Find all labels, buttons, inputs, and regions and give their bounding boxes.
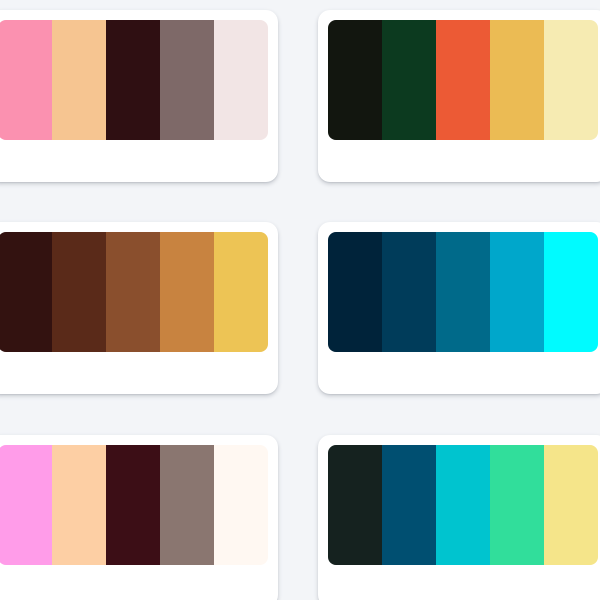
color-swatch[interactable] (382, 20, 436, 140)
palette-card[interactable] (0, 10, 278, 182)
color-swatch[interactable] (52, 445, 106, 565)
color-swatch[interactable] (106, 20, 160, 140)
color-swatch[interactable] (544, 232, 598, 352)
color-swatch[interactable] (544, 445, 598, 565)
color-swatch[interactable] (544, 20, 598, 140)
color-swatch[interactable] (436, 20, 490, 140)
color-swatch[interactable] (490, 445, 544, 565)
palette-swatches (0, 445, 268, 565)
color-swatch[interactable] (328, 20, 382, 140)
palette-swatches (328, 445, 598, 565)
color-swatch[interactable] (436, 445, 490, 565)
color-swatch[interactable] (214, 445, 268, 565)
palette-swatches (0, 232, 268, 352)
palette-gallery (0, 0, 600, 600)
color-swatch[interactable] (160, 445, 214, 565)
color-swatch[interactable] (490, 232, 544, 352)
color-swatch[interactable] (214, 20, 268, 140)
color-swatch[interactable] (328, 445, 382, 565)
color-swatch[interactable] (106, 445, 160, 565)
palette-swatches (328, 20, 598, 140)
color-swatch[interactable] (382, 232, 436, 352)
color-swatch[interactable] (160, 20, 214, 140)
color-swatch[interactable] (0, 445, 52, 565)
palette-swatches (328, 232, 598, 352)
color-swatch[interactable] (52, 232, 106, 352)
color-swatch[interactable] (52, 20, 106, 140)
color-swatch[interactable] (490, 20, 544, 140)
color-swatch[interactable] (328, 232, 382, 352)
palette-card[interactable] (318, 10, 600, 182)
color-swatch[interactable] (160, 232, 214, 352)
color-swatch[interactable] (0, 232, 52, 352)
color-swatch[interactable] (0, 20, 52, 140)
color-swatch[interactable] (382, 445, 436, 565)
color-swatch[interactable] (436, 232, 490, 352)
palette-card[interactable] (0, 222, 278, 394)
palette-card[interactable] (318, 222, 600, 394)
palette-card[interactable] (318, 435, 600, 600)
color-swatch[interactable] (214, 232, 268, 352)
palette-card[interactable] (0, 435, 278, 600)
color-swatch[interactable] (106, 232, 160, 352)
palette-swatches (0, 20, 268, 140)
